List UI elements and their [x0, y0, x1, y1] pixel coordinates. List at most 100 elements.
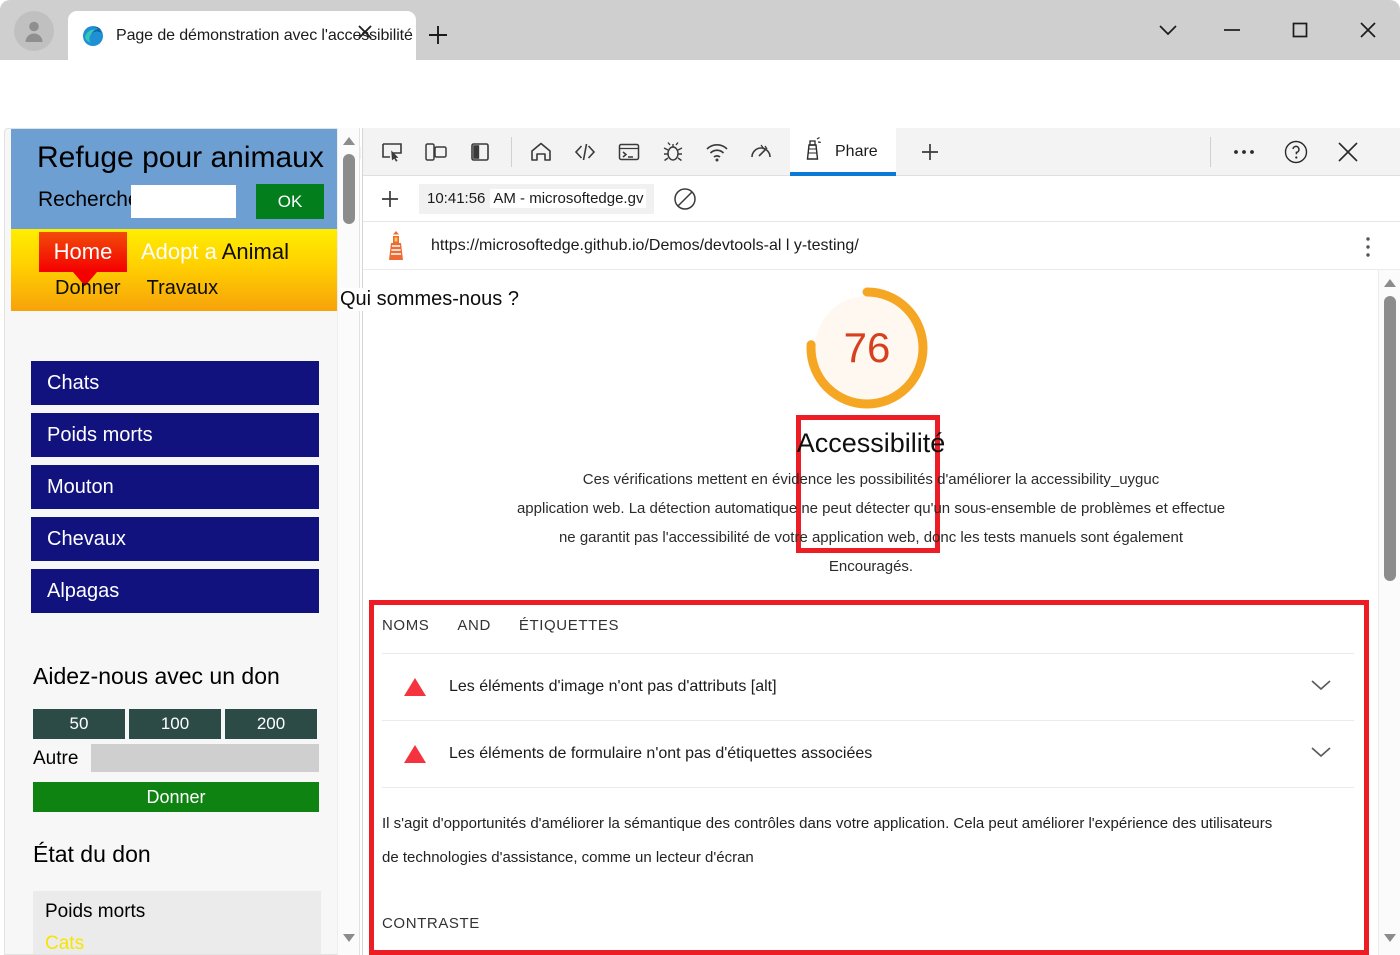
- close-window-icon[interactable]: [1347, 10, 1389, 50]
- inspect-element-icon[interactable]: [377, 137, 407, 167]
- home-icon[interactable]: [526, 137, 556, 167]
- audit-title: Les éléments de formulaire n'ont pas d'é…: [449, 745, 873, 762]
- donation-amount-row: 50 100 200: [33, 709, 317, 739]
- nav-item-travaux[interactable]: Travaux: [147, 277, 219, 299]
- devtools-scrollbar[interactable]: [1378, 270, 1400, 955]
- ellipsis-icon[interactable]: [1229, 137, 1259, 167]
- run-name: AM - microsoftedge.gv: [490, 189, 647, 208]
- donate-submit-button[interactable]: Donner: [33, 782, 319, 812]
- scroll-up-arrow-icon[interactable]: [1383, 276, 1397, 294]
- network-wifi-icon[interactable]: [702, 137, 732, 167]
- profile-icon[interactable]: [14, 11, 54, 51]
- close-devtools-icon[interactable]: [1333, 137, 1363, 167]
- scrollbar-thumb[interactable]: [1384, 296, 1396, 581]
- nav-row-secondary: Donner Travaux: [55, 277, 244, 300]
- toolbar-divider: [1210, 137, 1211, 167]
- animal-item[interactable]: Chats: [31, 361, 319, 405]
- site-nav: Home Adopt a Animal Donner Travaux: [11, 229, 345, 311]
- report-url: https://microsoftedge.github.io/Demos/de…: [431, 236, 859, 254]
- animal-item[interactable]: Mouton: [31, 465, 319, 509]
- scroll-down-arrow-icon[interactable]: [1383, 931, 1397, 949]
- status-line-2: Cats: [45, 933, 85, 954]
- nav-item-home[interactable]: Home: [39, 232, 127, 286]
- nav-item-adopt[interactable]: Adopt a Animal: [141, 239, 289, 265]
- score-value: 76: [844, 324, 891, 371]
- donation-amount-button[interactable]: 50: [33, 709, 125, 739]
- audit-title: Les éléments d'image n'ont pas d'attribu…: [449, 678, 777, 695]
- address-bar-row: Outils de développement 1 1 y-testing/ A…: [0, 60, 1400, 178]
- donation-amount-button[interactable]: 100: [129, 709, 221, 739]
- close-tab-icon[interactable]: [355, 22, 375, 42]
- chevron-down-icon[interactable]: [1310, 745, 1332, 764]
- other-amount-input[interactable]: [91, 744, 319, 772]
- donation-amount-button[interactable]: 200: [225, 709, 317, 739]
- audit-row[interactable]: Les éléments d'image n'ont pas d'attribu…: [382, 653, 1354, 720]
- donation-heading: Aidez-nous avec un don: [33, 663, 280, 689]
- dock-panel-icon[interactable]: [465, 137, 495, 167]
- description-line: Encouragés.: [828, 558, 914, 575]
- warning-triangle-icon: [404, 745, 426, 763]
- accessibility-score-gauge: 76: [797, 278, 937, 418]
- browser-window: Page de démonstration avec l'accessibili…: [0, 0, 1400, 955]
- page-scrollbar[interactable]: [337, 128, 359, 955]
- no-entry-icon[interactable]: [672, 186, 698, 212]
- scroll-down-arrow-icon[interactable]: [342, 931, 356, 949]
- debugger-bug-icon[interactable]: [658, 137, 688, 167]
- animal-item[interactable]: Alpagas: [31, 569, 319, 613]
- add-panel-icon[interactable]: [916, 138, 944, 166]
- lighthouse-runs-bar: 10:41:56 AM - microsoftedge.gv: [363, 176, 1400, 222]
- audit-section-note: Il s'agit d'opportunités d'améliorer la …: [382, 807, 1312, 875]
- lighthouse-report-header: https://microsoftedge.github.io/Demos/de…: [363, 222, 1400, 270]
- animal-category-list: Chats Poids morts Mouton Chevaux Alpagas: [31, 361, 319, 621]
- scroll-up-arrow-icon[interactable]: [342, 134, 356, 152]
- other-amount-label: Autre: [33, 748, 79, 769]
- description-line: Ces vérifications mettent en évidence le…: [582, 471, 1160, 488]
- note-line: Il s'agit d'opportunités d'améliorer la …: [382, 815, 1273, 832]
- run-timestamp: 10:41:56: [427, 190, 486, 207]
- kebab-menu-icon[interactable]: [1357, 234, 1379, 265]
- scrollbar-thumb[interactable]: [343, 154, 355, 224]
- nav-item-donner[interactable]: Donner: [55, 277, 121, 299]
- score-category-label: Accessibilité: [796, 428, 946, 458]
- toolbar-divider: [511, 136, 512, 167]
- devtools-toolbar: Phare: [363, 127, 1400, 176]
- lighthouse-run-chip[interactable]: 10:41:56 AM - microsoftedge.gv: [419, 183, 655, 214]
- nav-adopt-suffix: Animal: [221, 239, 289, 264]
- elements-code-icon[interactable]: [570, 137, 600, 167]
- devtools-toolbar-right: [1210, 128, 1400, 176]
- new-tab-icon[interactable]: [425, 22, 451, 48]
- devtools-panel: Phare 10:41:56 AM - microsoftedge.gv htt…: [362, 127, 1400, 955]
- minimize-icon[interactable]: [1211, 10, 1253, 50]
- page-viewport: Refuge pour animaux Rechercher OK Home A…: [4, 128, 360, 955]
- browser-title-bar: Page de démonstration avec l'accessibili…: [0, 0, 1400, 60]
- chevron-down-icon[interactable]: [1147, 10, 1189, 50]
- audit-row[interactable]: Les éléments de formulaire n'ont pas d'é…: [382, 720, 1354, 787]
- lighthouse-logo-icon: [381, 229, 411, 263]
- donation-status-heading: État du don: [33, 841, 151, 867]
- help-icon[interactable]: [1281, 137, 1311, 167]
- new-run-plus-icon[interactable]: [377, 186, 403, 212]
- animal-item[interactable]: Chevaux: [31, 517, 319, 561]
- audit-section-highlight: NOMS AND ÉTIQUETTES Les éléments d'image n…: [369, 600, 1369, 955]
- next-section-heading: CONTRASTE: [382, 915, 480, 932]
- description-line: application web. La détection automatiqu…: [516, 500, 1226, 517]
- maximize-icon[interactable]: [1279, 10, 1321, 50]
- tab-lighthouse[interactable]: Phare: [790, 127, 896, 176]
- device-emulation-icon[interactable]: [421, 137, 451, 167]
- status-line-1: Poids morts: [45, 901, 146, 922]
- search-ok-button[interactable]: OK: [256, 184, 324, 219]
- heading-word: ÉTIQUETTES: [518, 617, 620, 634]
- animal-item[interactable]: Poids morts: [31, 413, 319, 457]
- tab-lighthouse-label: Phare: [835, 142, 878, 160]
- nav-adopt-prefix: Adopt a: [141, 239, 222, 264]
- warning-triangle-icon: [404, 678, 426, 696]
- search-input[interactable]: [131, 185, 236, 218]
- audit-section-heading: NOMS AND ÉTIQUETTES: [382, 617, 647, 634]
- console-icon[interactable]: [614, 137, 644, 167]
- site-title: Refuge pour animaux: [37, 141, 324, 174]
- site-header: Refuge pour animaux Rechercher OK: [11, 129, 345, 229]
- nav-item-about[interactable]: Qui sommes-nous ?: [340, 288, 519, 311]
- lighthouse-icon: [802, 136, 824, 167]
- chevron-down-icon[interactable]: [1310, 678, 1332, 697]
- performance-gauge-icon[interactable]: [746, 137, 776, 167]
